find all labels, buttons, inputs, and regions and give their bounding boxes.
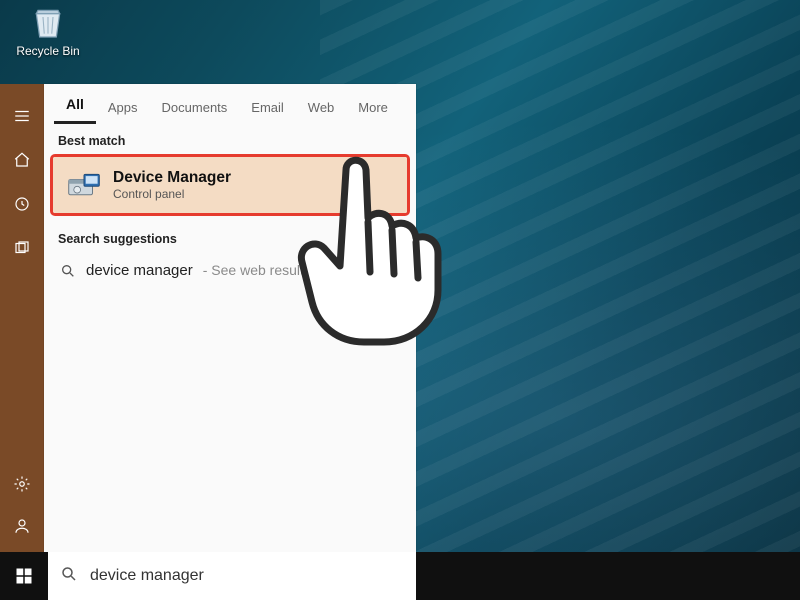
recycle-bin-icon	[25, 2, 71, 42]
best-match-highlight: Device Manager Control panel	[50, 154, 410, 216]
suggestion-tail: - See web results	[203, 262, 311, 278]
tab-documents[interactable]: Documents	[150, 94, 240, 124]
user-icon[interactable]	[0, 514, 44, 538]
settings-icon[interactable]	[0, 472, 44, 496]
tab-web[interactable]: Web	[296, 94, 347, 124]
search-tabs: All Apps Documents Email Web More	[44, 84, 416, 124]
best-match-text: Device Manager Control panel	[113, 169, 231, 201]
best-match-title: Device Manager	[113, 169, 231, 187]
recycle-bin[interactable]: Recycle Bin	[12, 2, 84, 58]
tab-apps[interactable]: Apps	[96, 94, 150, 124]
home-icon[interactable]	[0, 148, 44, 172]
suggestion-text: device manager	[86, 262, 193, 279]
search-icon	[60, 565, 78, 588]
taskbar	[0, 552, 800, 600]
start-side-rail	[0, 84, 44, 552]
taskbar-search[interactable]	[48, 552, 416, 600]
search-suggestions-label: Search suggestions	[44, 222, 416, 250]
collections-icon[interactable]	[0, 236, 44, 260]
best-match-result[interactable]: Device Manager Control panel	[53, 157, 407, 213]
best-match-label: Best match	[44, 124, 416, 152]
clock-icon[interactable]	[0, 192, 44, 216]
tab-email[interactable]: Email	[239, 94, 296, 124]
search-suggestion[interactable]: device manager - See web results	[44, 250, 416, 291]
best-match-subtitle: Control panel	[113, 187, 231, 201]
hamburger-menu-icon[interactable]	[0, 104, 44, 128]
tab-all[interactable]: All	[54, 90, 96, 124]
start-button[interactable]	[0, 552, 48, 600]
search-icon	[60, 263, 76, 279]
start-search-panel: All Apps Documents Email Web More Best m…	[44, 84, 416, 552]
search-input[interactable]	[90, 567, 404, 585]
recycle-bin-label: Recycle Bin	[12, 44, 84, 58]
desktop: Recycle Bin	[0, 0, 800, 600]
tab-more[interactable]: More	[346, 94, 400, 124]
device-manager-icon	[67, 170, 101, 200]
